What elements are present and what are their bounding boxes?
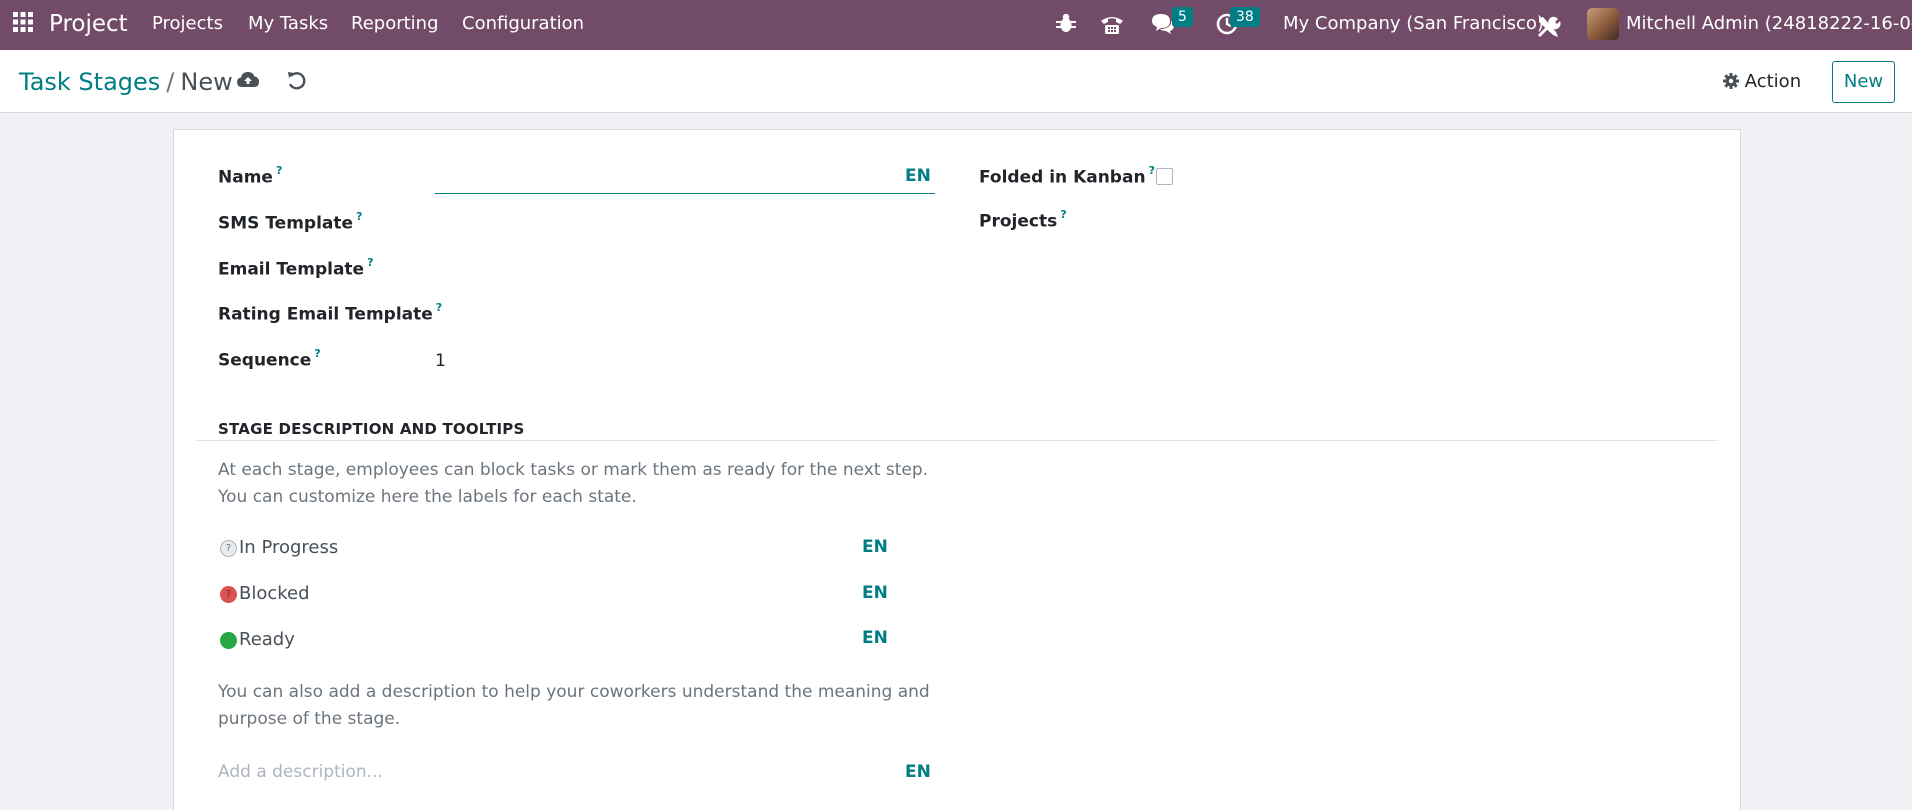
breadcrumb-separator: / [166, 68, 175, 96]
name-translate-button[interactable]: EN [905, 166, 931, 186]
user-menu[interactable]: Mitchell Admin (24818222-16-0-all) [1626, 0, 1912, 50]
breadcrumb-current: New [180, 68, 233, 96]
state-blocked-icon [220, 586, 237, 603]
gear-icon [1723, 73, 1739, 89]
debug-tools-icon[interactable] [1535, 11, 1561, 37]
folded-help-tooltip[interactable]: ? [1149, 164, 1155, 177]
breadcrumb-task-stages[interactable]: Task Stages [19, 68, 160, 96]
menu-configuration[interactable]: Configuration [462, 0, 584, 50]
email-template-label: Email Template? [218, 256, 374, 280]
apps-grid-icon[interactable] [12, 11, 36, 35]
new-button[interactable]: New [1832, 61, 1895, 103]
company-switcher[interactable]: My Company (San Francisco) [1283, 0, 1544, 50]
state-ready-icon [220, 632, 237, 649]
projects-label: Projects? [979, 208, 1067, 232]
description-help-text: You can also add a description to help y… [218, 682, 930, 729]
menu-reporting[interactable]: Reporting [351, 0, 439, 50]
action-label: Action [1744, 71, 1802, 92]
discard-undo-icon[interactable] [286, 70, 308, 92]
phone-icon[interactable] [1099, 12, 1125, 38]
action-menu-button[interactable]: Action [1723, 68, 1801, 96]
sequence-help-tooltip[interactable]: ? [314, 347, 320, 360]
description-editor[interactable]: Add a description... [218, 762, 383, 782]
description-translate-button[interactable]: EN [905, 762, 931, 782]
menu-my-tasks[interactable]: My Tasks [248, 0, 328, 50]
state-blocked-input[interactable]: Blocked [239, 583, 310, 604]
top-navbar: Project Projects My Tasks Reporting Conf… [0, 0, 1912, 50]
debug-bug-icon[interactable] [1056, 12, 1076, 38]
stage-description-section-title: STAGE DESCRIPTION AND TOOLTIPS [218, 420, 525, 438]
state-blocked-translate-button[interactable]: EN [862, 583, 888, 603]
app-name[interactable]: Project [49, 0, 128, 50]
stage-intro-text: At each stage, employees can block tasks… [218, 460, 929, 507]
breadcrumb: Task Stages / New [19, 66, 233, 98]
menu-projects[interactable]: Projects [152, 0, 223, 50]
messages-count-badge: 5 [1172, 7, 1193, 27]
sequence-input[interactable]: 1 [435, 351, 446, 371]
control-panel: Task Stages / New Action New [0, 50, 1912, 113]
state-normal-icon [220, 540, 237, 557]
state-ready-translate-button[interactable]: EN [862, 628, 888, 648]
activities-count-badge: 38 [1230, 7, 1260, 27]
name-input[interactable] [435, 158, 935, 194]
state-ready-input[interactable]: Ready [239, 629, 295, 650]
sequence-label: Sequence? [218, 347, 321, 371]
rating-email-template-label: Rating Email Template? [218, 301, 443, 325]
save-cloud-icon[interactable] [236, 69, 260, 93]
sms-template-help-tooltip[interactable]: ? [356, 210, 362, 223]
section-divider [196, 440, 1718, 441]
name-label: Name? [218, 164, 283, 188]
sms-template-label: SMS Template? [218, 210, 363, 234]
name-help-tooltip[interactable]: ? [276, 164, 282, 177]
folded-in-kanban-label: Folded in Kanban? [979, 164, 1155, 188]
email-template-help-tooltip[interactable]: ? [367, 256, 373, 269]
rating-email-template-help-tooltip[interactable]: ? [436, 301, 442, 314]
state-in-progress-input[interactable]: In Progress [239, 537, 338, 558]
user-avatar[interactable] [1587, 8, 1619, 40]
folded-in-kanban-checkbox[interactable] [1156, 168, 1173, 185]
state-in-progress-translate-button[interactable]: EN [862, 537, 888, 557]
projects-help-tooltip[interactable]: ? [1060, 208, 1066, 221]
